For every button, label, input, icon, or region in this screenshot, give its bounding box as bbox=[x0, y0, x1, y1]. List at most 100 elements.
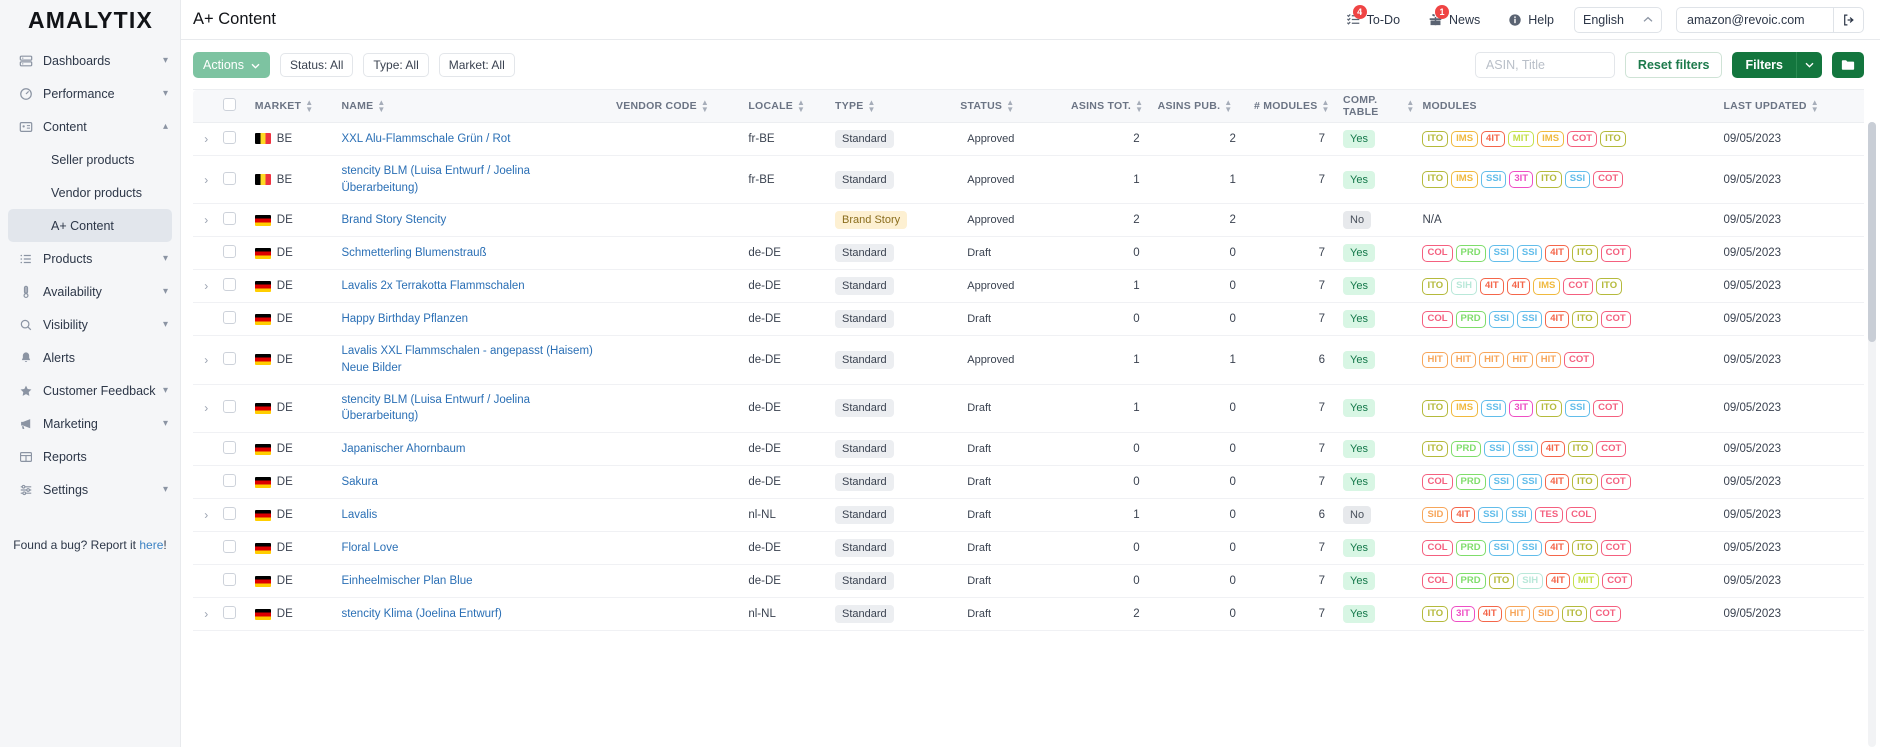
content-name-link[interactable]: Lavalis XXL Flammschalen - angepasst (Ha… bbox=[341, 345, 592, 374]
row-checkbox[interactable] bbox=[223, 278, 237, 292]
bug-report-link[interactable]: here bbox=[139, 538, 163, 552]
user-menu[interactable]: amazon@revoic.com bbox=[1676, 6, 1864, 33]
table-row[interactable]: DE Floral Love de-DE Standard Draft 0 0 7 Yes COL… bbox=[193, 531, 1864, 566]
sidebar-item-performance[interactable]: Performance ▾ bbox=[0, 77, 180, 110]
row-expand-toggle[interactable]: › bbox=[193, 122, 220, 156]
sidebar-item-customer-feedback[interactable]: Customer Feedback ▾ bbox=[0, 374, 180, 407]
table-row[interactable]: › DE stencity Klima (Joelina Entwurf) nl-NL… bbox=[193, 597, 1864, 632]
content-name-link[interactable]: Floral Love bbox=[341, 542, 398, 554]
row-expand-toggle[interactable]: › bbox=[193, 203, 220, 238]
th-comp-table[interactable]: COMP. TABLE ▲ ▼ bbox=[1339, 89, 1419, 123]
content-name-link[interactable]: stencity BLM (Luisa Entwurf / Joelina Üb… bbox=[341, 165, 530, 194]
filter-chip-market[interactable]: Market: All bbox=[438, 52, 515, 77]
sidebar-item-availability[interactable]: Availability ▾ bbox=[0, 275, 180, 308]
content-name-link[interactable]: Happy Birthday Pflanzen bbox=[341, 313, 468, 325]
filter-chip-type[interactable]: Type: All bbox=[363, 52, 429, 77]
news-button[interactable]: 1 News bbox=[1414, 5, 1494, 27]
th-vendor-code[interactable]: VENDOR CODE ▲ ▼ bbox=[611, 89, 745, 123]
reset-filters-button[interactable]: Reset filters bbox=[1624, 51, 1723, 78]
table-row[interactable]: › DE Lavalis XXL Flammschalen - angepasst … bbox=[193, 335, 1864, 385]
language-select[interactable]: English bbox=[1574, 6, 1662, 33]
table-row[interactable]: DE Schmetterling Blumenstrauß de-DE Standar… bbox=[193, 236, 1864, 271]
row-checkbox[interactable] bbox=[223, 352, 237, 366]
content-name-link[interactable]: stencity BLM (Luisa Entwurf / Joelina Üb… bbox=[341, 394, 530, 423]
table-row[interactable]: › DE Lavalis nl-NL Standard Draft 1 0 6 No SID 4IT S… bbox=[193, 498, 1864, 533]
help-button[interactable]: Help bbox=[1494, 13, 1568, 27]
th-status[interactable]: STATUS ▲ ▼ bbox=[956, 89, 1067, 123]
content-name-link[interactable]: Japanischer Ahornbaum bbox=[341, 443, 465, 455]
sidebar-item-alerts[interactable]: Alerts bbox=[0, 341, 180, 374]
row-expand-toggle[interactable]: › bbox=[193, 269, 220, 304]
module-badge: 3IT bbox=[1509, 400, 1534, 417]
table-scrollbar-thumb[interactable] bbox=[1868, 122, 1876, 342]
table-row[interactable]: DE Japanischer Ahornbaum de-DE Standard Draf… bbox=[193, 432, 1864, 467]
table-row[interactable]: DE Einheelmischer Plan Blue de-DE Standard D… bbox=[193, 564, 1864, 599]
row-expand-toggle[interactable]: › bbox=[193, 155, 220, 205]
search-input[interactable] bbox=[1474, 51, 1615, 78]
content-name-link[interactable]: Brand Story Stencity bbox=[341, 214, 446, 226]
th-last-updated[interactable]: LAST UPDATED ▲ ▼ bbox=[1719, 89, 1864, 123]
actions-button[interactable]: Actions bbox=[193, 51, 270, 78]
content-name-link[interactable]: stencity Klima (Joelina Entwurf) bbox=[341, 608, 501, 620]
row-checkbox[interactable] bbox=[223, 131, 237, 144]
row-checkbox-cell bbox=[219, 531, 251, 566]
row-expand-toggle[interactable]: › bbox=[193, 335, 220, 385]
sidebar-item-visibility[interactable]: Visibility ▾ bbox=[0, 308, 180, 341]
th-locale[interactable]: LOCALE ▲ ▼ bbox=[744, 89, 832, 123]
table-row[interactable]: DE Happy Birthday Pflanzen de-DE Standard Dr… bbox=[193, 302, 1864, 337]
table-row[interactable]: › DE Lavalis 2x Terrakotta Flammschalen de-… bbox=[193, 269, 1864, 304]
th-asins-tot[interactable]: ASINS TOT. ▲ ▼ bbox=[1066, 89, 1154, 123]
sidebar-item-vendor-products[interactable]: Vendor products bbox=[8, 176, 172, 209]
folder-icon[interactable] bbox=[1832, 51, 1864, 78]
th-asins-pub[interactable]: ASINS PUB. ▲ ▼ bbox=[1153, 89, 1250, 123]
sidebar-item-a-plus-content[interactable]: A+ Content bbox=[8, 209, 172, 242]
row-checkbox[interactable] bbox=[223, 171, 237, 185]
filters-button[interactable]: Filters bbox=[1732, 51, 1796, 78]
th-market[interactable]: MARKET ▲ ▼ bbox=[250, 89, 338, 123]
row-checkbox[interactable] bbox=[223, 441, 237, 455]
filters-dropdown-toggle[interactable] bbox=[1796, 51, 1822, 78]
content-name-link[interactable]: Lavalis bbox=[341, 509, 377, 521]
sidebar-item-seller-products[interactable]: Seller products bbox=[8, 143, 172, 176]
row-expand-toggle[interactable]: › bbox=[193, 498, 220, 533]
row-checkbox[interactable] bbox=[223, 573, 237, 587]
row-checkbox[interactable] bbox=[223, 311, 237, 325]
table-row[interactable]: › DE Brand Story Stencity Brand Story Approv… bbox=[193, 203, 1864, 238]
row-checkbox[interactable] bbox=[223, 507, 237, 521]
module-badge: COT bbox=[1602, 572, 1633, 590]
filter-chip-label: Type: All bbox=[373, 57, 419, 72]
row-checkbox[interactable] bbox=[223, 245, 237, 259]
content-name-link[interactable]: Einheelmischer Plan Blue bbox=[341, 575, 472, 587]
sidebar-item-settings[interactable]: Settings ▾ bbox=[0, 473, 180, 506]
content-name-link[interactable]: Sakura bbox=[341, 476, 377, 488]
sidebar-item-dashboards[interactable]: Dashboards ▾ bbox=[0, 44, 180, 77]
table-row[interactable]: › BE stencity BLM (Luisa Entwurf / Joelina… bbox=[193, 155, 1864, 205]
th-type[interactable]: TYPE ▲ ▼ bbox=[831, 89, 957, 123]
sidebar-item-reports[interactable]: Reports bbox=[0, 440, 180, 473]
select-all-checkbox[interactable] bbox=[223, 98, 237, 111]
sidebar-item-products[interactable]: Products ▾ bbox=[0, 242, 180, 275]
status-badge: Approved bbox=[967, 173, 1015, 186]
sidebar-item-content[interactable]: Content ▴ bbox=[0, 110, 180, 143]
th-name[interactable]: NAME ▲ ▼ bbox=[337, 89, 612, 123]
content-name-link[interactable]: Lavalis 2x Terrakotta Flammschalen bbox=[341, 280, 524, 292]
table-row[interactable]: › DE stencity BLM (Luisa Entwurf / Joelina… bbox=[193, 384, 1864, 434]
table-row[interactable]: DE Sakura de-DE Standard Draft 0 0 7 Yes COL PRD SS… bbox=[193, 465, 1864, 500]
th-modules-count[interactable]: # MODULES ▲ ▼ bbox=[1249, 89, 1340, 123]
todo-button[interactable]: 4 To-Do bbox=[1332, 5, 1414, 27]
row-checkbox[interactable] bbox=[223, 606, 237, 620]
sidebar-item-marketing[interactable]: Marketing ▾ bbox=[0, 407, 180, 440]
row-checkbox[interactable] bbox=[223, 400, 237, 414]
row-checkbox[interactable] bbox=[223, 212, 237, 226]
row-checkbox[interactable] bbox=[223, 540, 237, 554]
content-name-link[interactable]: XXL Alu-Flammschale Grün / Rot bbox=[341, 133, 510, 145]
logout-icon[interactable] bbox=[1833, 7, 1863, 32]
table-row[interactable]: › BE XXL Alu-Flammschale Grün / Rot fr-BE St… bbox=[193, 122, 1864, 156]
row-expand-toggle[interactable]: › bbox=[193, 384, 220, 434]
cell-type: Standard bbox=[831, 155, 957, 205]
row-checkbox-cell bbox=[219, 269, 251, 304]
row-expand-toggle[interactable]: › bbox=[193, 597, 220, 632]
filter-chip-status[interactable]: Status: All bbox=[280, 52, 354, 77]
content-name-link[interactable]: Schmetterling Blumenstrauß bbox=[341, 247, 486, 259]
row-checkbox[interactable] bbox=[223, 474, 237, 488]
